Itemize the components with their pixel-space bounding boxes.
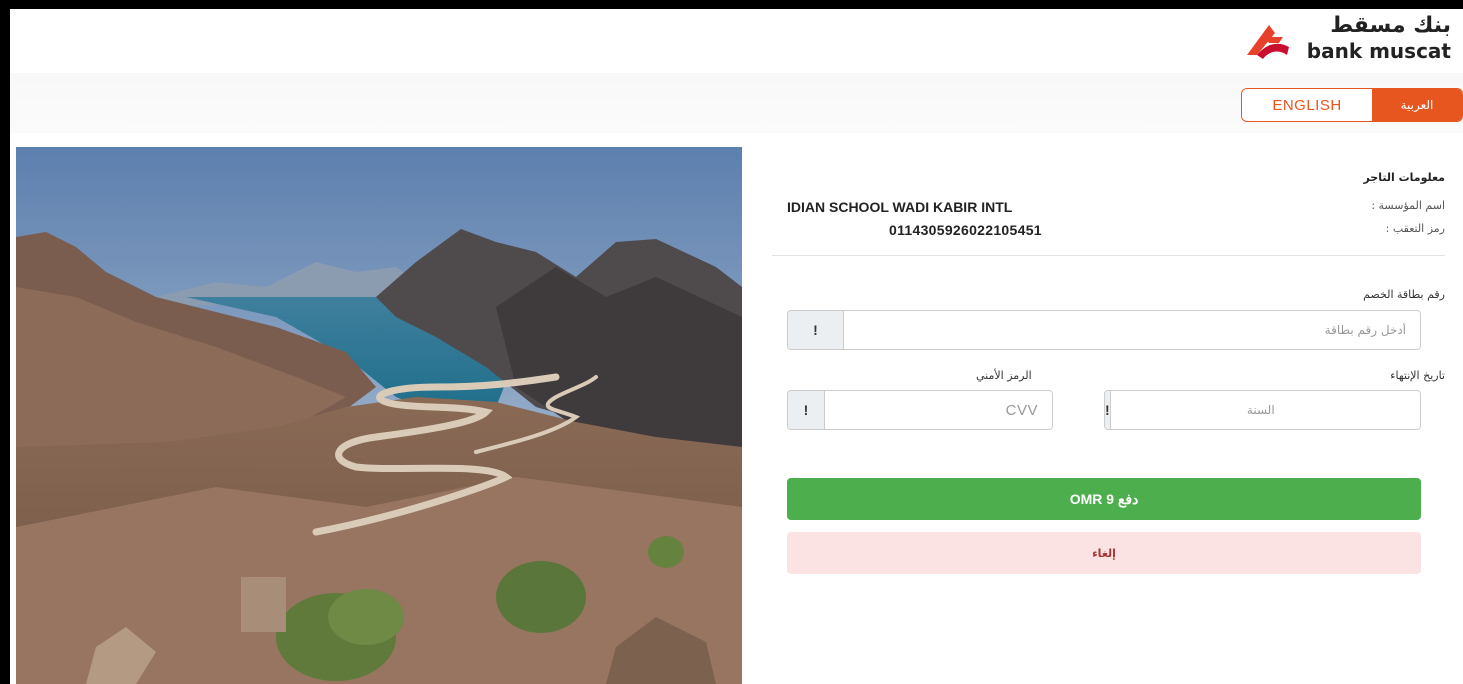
expiry-month-input[interactable] (1288, 391, 1420, 429)
tracking-code-label: رمز التعقب : (1385, 222, 1445, 235)
card-number-input[interactable] (844, 311, 1420, 349)
cvv-group: ! (787, 390, 1053, 430)
english-language-button[interactable]: ENGLISH (1242, 89, 1372, 121)
expiry-date-label: تاريخ الإنتهاء (1390, 369, 1445, 382)
expiry-date-group: ! (1104, 390, 1421, 430)
landscape-photo-icon (16, 147, 742, 684)
hero-landscape-image (16, 147, 742, 684)
cvv-label: الرمز الأمني (976, 369, 1032, 382)
expiry-year-input[interactable] (1110, 391, 1289, 429)
arabic-language-button[interactable]: العربية (1372, 89, 1462, 121)
card-number-info-icon[interactable]: ! (788, 311, 844, 349)
page-frame: بنك مسقط bank muscat ENGLISH العربية معل… (10, 9, 1463, 684)
bank-logo[interactable]: بنك مسقط bank muscat (1233, 13, 1453, 69)
institution-name-value: IDIAN SCHOOL WADI KABIR INTL (787, 199, 1013, 215)
institution-name-label: اسم المؤسسة : (1371, 199, 1445, 212)
language-bar: ENGLISH العربية (10, 73, 1463, 133)
bank-logo-mark-icon (1247, 25, 1289, 59)
card-number-label: رقم بطاقة الخصم (1363, 288, 1445, 301)
pay-button[interactable]: دفع 9 OMR (787, 478, 1421, 520)
bank-name-arabic: بنك مسقط (1330, 13, 1451, 38)
cvv-info-icon[interactable]: ! (788, 391, 825, 429)
tracking-code-value: 0114305926022105451 (889, 222, 1042, 238)
cancel-button[interactable]: إلغاء (787, 532, 1421, 574)
language-switcher: ENGLISH العربية (1241, 88, 1463, 122)
merchant-info-title: معلومات التاجر (1363, 171, 1445, 184)
section-divider (772, 255, 1445, 256)
cvv-input[interactable] (825, 391, 1052, 429)
card-number-group: ! (787, 310, 1421, 350)
payment-panel: معلومات التاجر اسم المؤسسة : IDIAN SCHOO… (742, 147, 1463, 684)
bank-name-english: bank muscat (1306, 39, 1451, 63)
header: بنك مسقط bank muscat (10, 9, 1463, 73)
